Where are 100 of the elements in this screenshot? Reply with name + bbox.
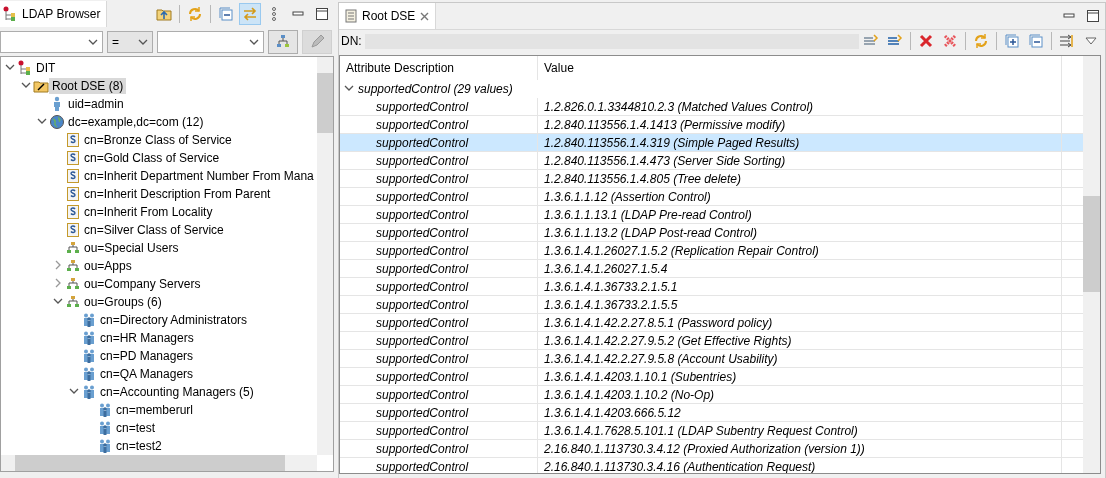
tree-item[interactable]: cn=Accounting Managers (5) <box>97 384 257 400</box>
tree-item[interactable]: cn=QA Managers <box>97 366 197 382</box>
collapse-icon <box>218 6 234 22</box>
table-row[interactable]: supportedControl 1.3.6.1.4.1.42.2.27.9.5.8 (Account Usability) <box>340 350 1083 368</box>
hierarchy-icon <box>65 258 81 274</box>
column-header[interactable]: Attribute Description <box>340 56 538 80</box>
operator-combo[interactable]: = <box>107 31 153 53</box>
table-row[interactable]: supportedControl 1.3.6.1.4.1.42.2.27.8.5.1 (Password policy) <box>340 314 1083 332</box>
link-button[interactable] <box>239 3 261 25</box>
document-icon <box>65 204 81 220</box>
chevron-down-icon[interactable] <box>249 37 259 47</box>
tree-item[interactable]: uid=admin <box>65 96 127 112</box>
document-icon <box>65 168 81 184</box>
table-cell: supportedControl <box>340 224 538 241</box>
tree-item[interactable]: DIT <box>33 60 59 76</box>
table-row[interactable]: supportedControl 1.2.840.113556.1.4.473 (Server Side Sorting) <box>340 152 1083 170</box>
tree-item[interactable]: cn=HR Managers <box>97 330 197 346</box>
table-row[interactable]: supportedControl 1.3.6.1.4.1.26027.1.5.2 (Replication Repair Control) <box>340 242 1083 260</box>
tree-item[interactable]: cn=Bronze Class of Service <box>81 132 235 148</box>
table-row[interactable]: supportedControl 1.3.6.1.4.1.26027.1.5.4 <box>340 260 1083 278</box>
tree-item[interactable]: ou=Apps <box>81 258 135 274</box>
table-cell: supportedControl <box>340 368 538 385</box>
table-cell: 1.3.6.1.4.1.26027.1.5.4 <box>538 260 1062 277</box>
folder-arrow-icon <box>156 6 172 22</box>
table-cell: 1.2.840.113556.1.4.473 (Server Side Sorting) <box>538 152 1062 169</box>
table-row[interactable]: supportedControl 1.3.6.1.4.1.42.2.27.9.5.2 (Get Effective Rights) <box>340 332 1083 350</box>
table-cell: 1.2.826.0.1.3344810.2.3 (Matched Values Control) <box>538 98 1062 115</box>
horizontal-scrollbar[interactable] <box>1 455 317 471</box>
tree-item[interactable]: cn=test2 <box>113 438 165 454</box>
table-cell: supportedControl <box>340 152 538 169</box>
vertical-scrollbar[interactable] <box>1083 56 1100 473</box>
view-tab[interactable]: LDAP Browser <box>0 1 108 27</box>
table-cell: supportedControl <box>340 260 538 277</box>
tree-item[interactable]: dc=example,dc=com (12) <box>65 114 207 130</box>
expand-icon <box>1003 33 1020 49</box>
table-cell: supportedControl <box>340 170 538 187</box>
table-row[interactable]: supportedControl 1.3.6.1.4.1.4203.1.10.1 (Subentries) <box>340 368 1083 386</box>
tree-item[interactable]: cn=Inherit From Locality <box>81 204 216 220</box>
tree-item[interactable]: cn=PD Managers <box>97 348 197 364</box>
table-cell: supportedControl <box>340 188 538 205</box>
table-row[interactable]: supportedControl 1.2.826.0.1.3344810.2.3 (Matched Values Control) <box>340 98 1083 116</box>
chevron-down-icon[interactable] <box>53 296 63 306</box>
collapse-icon <box>1027 33 1044 49</box>
people-icon <box>97 438 113 454</box>
tree-item[interactable]: cn=Silver Class of Service <box>81 222 227 238</box>
table-row[interactable]: supportedControl 1.3.6.1.4.1.36733.2.1.5.5 <box>340 296 1083 314</box>
column-header[interactable]: Value <box>538 56 1062 80</box>
table-row[interactable]: supportedControl 1.3.6.1.1.13.1 (LDAP Pre-read Control) <box>340 206 1083 224</box>
vertical-scrollbar[interactable] <box>317 57 333 455</box>
tree-item[interactable]: cn=Gold Class of Service <box>81 150 223 166</box>
pencil-icon <box>309 34 325 50</box>
folder-icon <box>33 78 49 94</box>
delete-icon <box>917 33 934 49</box>
tree-item[interactable]: cn=Directory Administrators <box>97 312 251 328</box>
table-cell: 1.3.6.1.4.1.26027.1.5.2 (Replication Repair Control) <box>538 242 1062 259</box>
editor-tab[interactable]: Root DSE <box>339 3 437 29</box>
tree-item[interactable]: ou=Groups (6) <box>81 294 165 310</box>
refresh-icon <box>972 33 989 49</box>
table-row[interactable]: supportedControl 1.3.6.1.4.1.36733.2.1.5.1 <box>340 278 1083 296</box>
table-row[interactable]: supportedControl 1.2.840.113556.1.4.1413 (Permissive modify) <box>340 116 1083 134</box>
table-cell: 2.16.840.1.113730.3.4.12 (Proxied Authorization (version 1)) <box>538 440 1062 457</box>
table-cell: 1.3.6.1.4.1.36733.2.1.5.1 <box>538 278 1062 295</box>
chevron-down-icon[interactable] <box>37 116 47 126</box>
people-icon <box>81 366 97 382</box>
table-cell: 1.3.6.1.4.1.4203.1.10.1 (Subentries) <box>538 368 1062 385</box>
table-row[interactable]: supportedControl 2.16.840.1.113730.3.4.12 (Proxied Authorization (version 1)) <box>340 440 1083 458</box>
tree-button[interactable] <box>268 30 298 54</box>
refresh-icon <box>187 6 203 22</box>
chevron-down-icon[interactable] <box>344 83 354 93</box>
tree-item[interactable]: cn=Inherit Department Number From Mana <box>81 168 317 184</box>
table-cell: 1.3.6.1.1.13.2 (LDAP Post-read Control) <box>538 224 1062 241</box>
delete-icon <box>941 33 958 49</box>
table-row[interactable]: supportedControl 1.3.6.1.4.1.4203.1.10.2 (No-Op) <box>340 386 1083 404</box>
group-label: supportedControl (29 values) <box>358 82 513 96</box>
table-cell: 1.2.840.113556.1.4.805 (Tree delete) <box>538 170 1062 187</box>
chevron-down-icon[interactable] <box>69 386 79 396</box>
table-cell: 1.2.840.113556.1.4.319 (Simple Paged Results) <box>538 134 1062 151</box>
table-row[interactable]: supportedControl 1.2.840.113556.1.4.805 (Tree delete) <box>340 170 1083 188</box>
tree-item[interactable]: cn=test <box>113 420 159 436</box>
hierarchy-icon <box>275 34 291 50</box>
tree-item[interactable]: Root DSE (8) <box>49 78 127 94</box>
table-row[interactable]: supportedControl 1.3.6.1.1.12 (Assertion Control) <box>340 188 1083 206</box>
chevron-down-icon[interactable] <box>138 37 148 47</box>
table-cell: 1.3.6.1.4.1.42.2.27.9.5.2 (Get Effective Rights) <box>538 332 1062 349</box>
maximize-icon <box>314 6 330 22</box>
tree-item[interactable]: cn=memberurl <box>113 402 197 418</box>
table-cell: supportedControl <box>340 332 538 349</box>
tree-icon <box>2 6 18 22</box>
chevron-down-icon[interactable] <box>88 37 98 47</box>
table-row[interactable]: supportedControl 1.3.6.1.4.1.7628.5.101.1 (LDAP Subentry Request Control) <box>340 422 1083 440</box>
table-row[interactable]: supportedControl 1.2.840.113556.1.4.319 (Simple Paged Results) <box>340 134 1083 152</box>
maximize-icon <box>1085 8 1101 24</box>
table-cell: supportedControl <box>340 458 538 473</box>
tree-item[interactable]: cn=Inherit Description From Parent <box>81 186 274 202</box>
tree-item[interactable]: ou=Special Users <box>81 240 182 256</box>
table-row[interactable]: supportedControl 1.3.6.1.4.1.4203.666.5.12 <box>340 404 1083 422</box>
tree-icon <box>17 60 33 76</box>
tree-item[interactable]: ou=Company Servers <box>81 276 204 292</box>
table-row[interactable]: supportedControl 1.3.6.1.1.13.2 (LDAP Post-read Control) <box>340 224 1083 242</box>
hierarchy-icon <box>65 240 81 256</box>
